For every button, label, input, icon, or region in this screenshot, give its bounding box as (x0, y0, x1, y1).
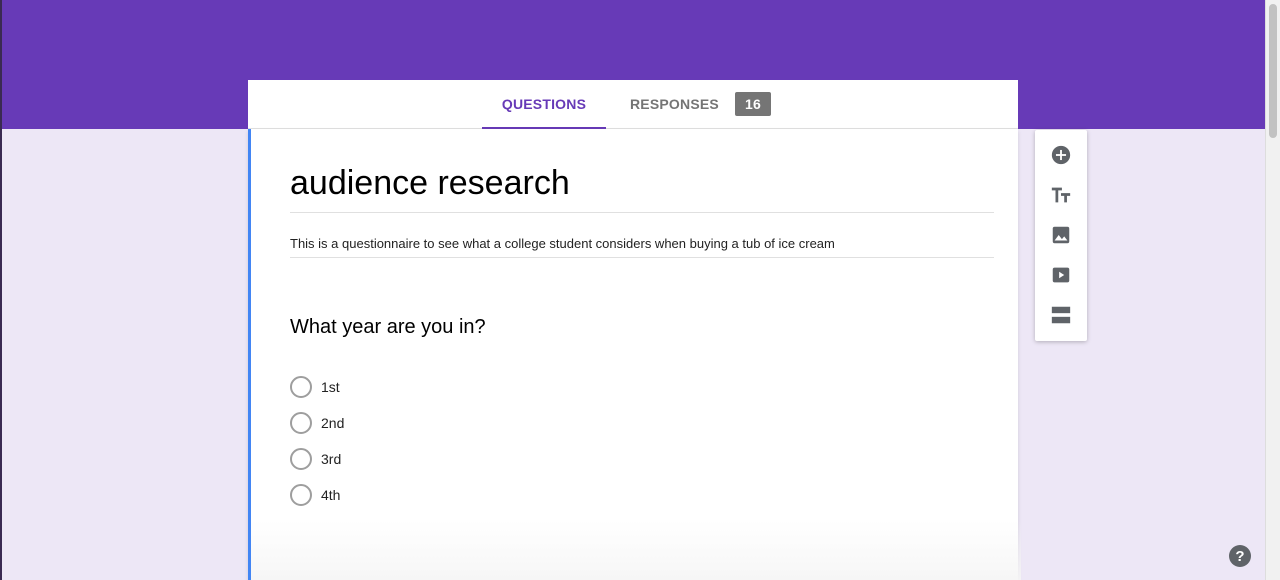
add-question-icon[interactable] (1049, 143, 1073, 167)
add-video-icon[interactable] (1049, 263, 1073, 287)
tab-responses[interactable]: RESPONSES 16 (630, 80, 771, 128)
tab-questions[interactable]: QUESTIONS (482, 80, 606, 129)
scrollbar-thumb[interactable] (1269, 4, 1277, 138)
question-options: 1st 2nd 3rd 4th (290, 363, 344, 519)
option-label: 3rd (321, 451, 342, 467)
radio-button[interactable] (290, 448, 312, 470)
tabs-bar: QUESTIONS RESPONSES 16 (248, 80, 1018, 129)
tab-questions-label: QUESTIONS (501, 96, 587, 112)
add-title-text-icon[interactable] (1049, 183, 1073, 207)
add-section-icon[interactable] (1049, 303, 1073, 327)
scrollbar[interactable] (1265, 0, 1280, 580)
radio-button[interactable] (290, 376, 312, 398)
window-edge (0, 0, 2, 580)
side-toolbar (1035, 130, 1087, 341)
radio-button[interactable] (290, 412, 312, 434)
question-title: What year are you in? (290, 316, 486, 338)
radio-button[interactable] (290, 484, 312, 506)
help-icon[interactable]: ? (1229, 545, 1251, 567)
option-label: 4th (321, 487, 341, 503)
responses-count-badge: 16 (734, 92, 771, 116)
form-description[interactable]: This is a questionnaire to see what a co… (290, 236, 994, 258)
option-label: 2nd (321, 415, 345, 431)
card-bottom-fade (251, 520, 1021, 580)
form-card: audience research This is a questionnair… (248, 129, 1021, 580)
option-4th[interactable]: 4th (290, 471, 344, 519)
form-title[interactable]: audience research (290, 163, 994, 213)
option-label: 1st (321, 379, 340, 395)
add-image-icon[interactable] (1049, 223, 1073, 247)
tab-responses-label: RESPONSES (630, 96, 719, 112)
